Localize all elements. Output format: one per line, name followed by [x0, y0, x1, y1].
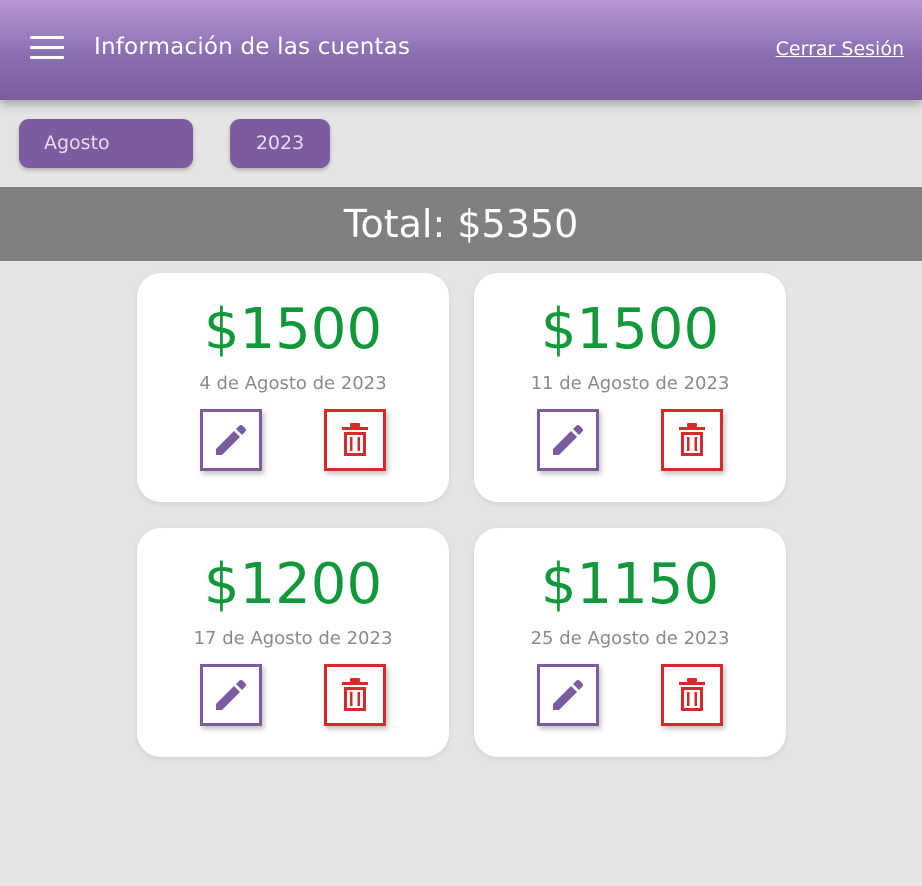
- page-title: Información de las cuentas: [94, 34, 411, 60]
- payment-amount: $1500: [540, 297, 720, 362]
- delete-button[interactable]: [324, 409, 386, 471]
- payment-card: $1200 17 de Agosto de 2023: [137, 528, 449, 757]
- delete-button[interactable]: [661, 664, 723, 726]
- delete-button[interactable]: [324, 664, 386, 726]
- payment-card: $1500 4 de Agosto de 2023: [137, 273, 449, 502]
- pencil-icon: [216, 680, 246, 710]
- edit-button[interactable]: [537, 409, 599, 471]
- pencil-icon: [216, 425, 246, 455]
- payment-amount: $1150: [540, 552, 720, 617]
- app-header: Información de las cuentas Cerrar Sesión: [0, 0, 922, 100]
- trash-icon: [342, 678, 368, 711]
- payment-date: 11 de Agosto de 2023: [530, 373, 730, 394]
- payment-amount: $1500: [203, 297, 383, 362]
- edit-button[interactable]: [537, 664, 599, 726]
- logout-link[interactable]: Cerrar Sesión: [776, 38, 904, 60]
- pencil-icon: [553, 425, 583, 455]
- delete-button[interactable]: [661, 409, 723, 471]
- payment-card: $1500 11 de Agosto de 2023: [474, 273, 786, 502]
- payment-card: $1150 25 de Agosto de 2023: [474, 528, 786, 757]
- total-banner: Total: $5350: [0, 187, 922, 261]
- year-select[interactable]: 2023: [230, 119, 330, 168]
- trash-icon: [342, 423, 368, 456]
- edit-button[interactable]: [200, 409, 262, 471]
- edit-button[interactable]: [200, 664, 262, 726]
- trash-icon: [679, 678, 705, 711]
- pencil-icon: [553, 680, 583, 710]
- payment-date: 25 de Agosto de 2023: [530, 628, 730, 649]
- payment-date: 4 de Agosto de 2023: [199, 373, 387, 394]
- payment-amount: $1200: [203, 552, 383, 617]
- hamburger-menu-icon[interactable]: [30, 36, 64, 60]
- payment-date: 17 de Agosto de 2023: [193, 628, 393, 649]
- trash-icon: [679, 423, 705, 456]
- month-select[interactable]: Agosto: [19, 119, 193, 168]
